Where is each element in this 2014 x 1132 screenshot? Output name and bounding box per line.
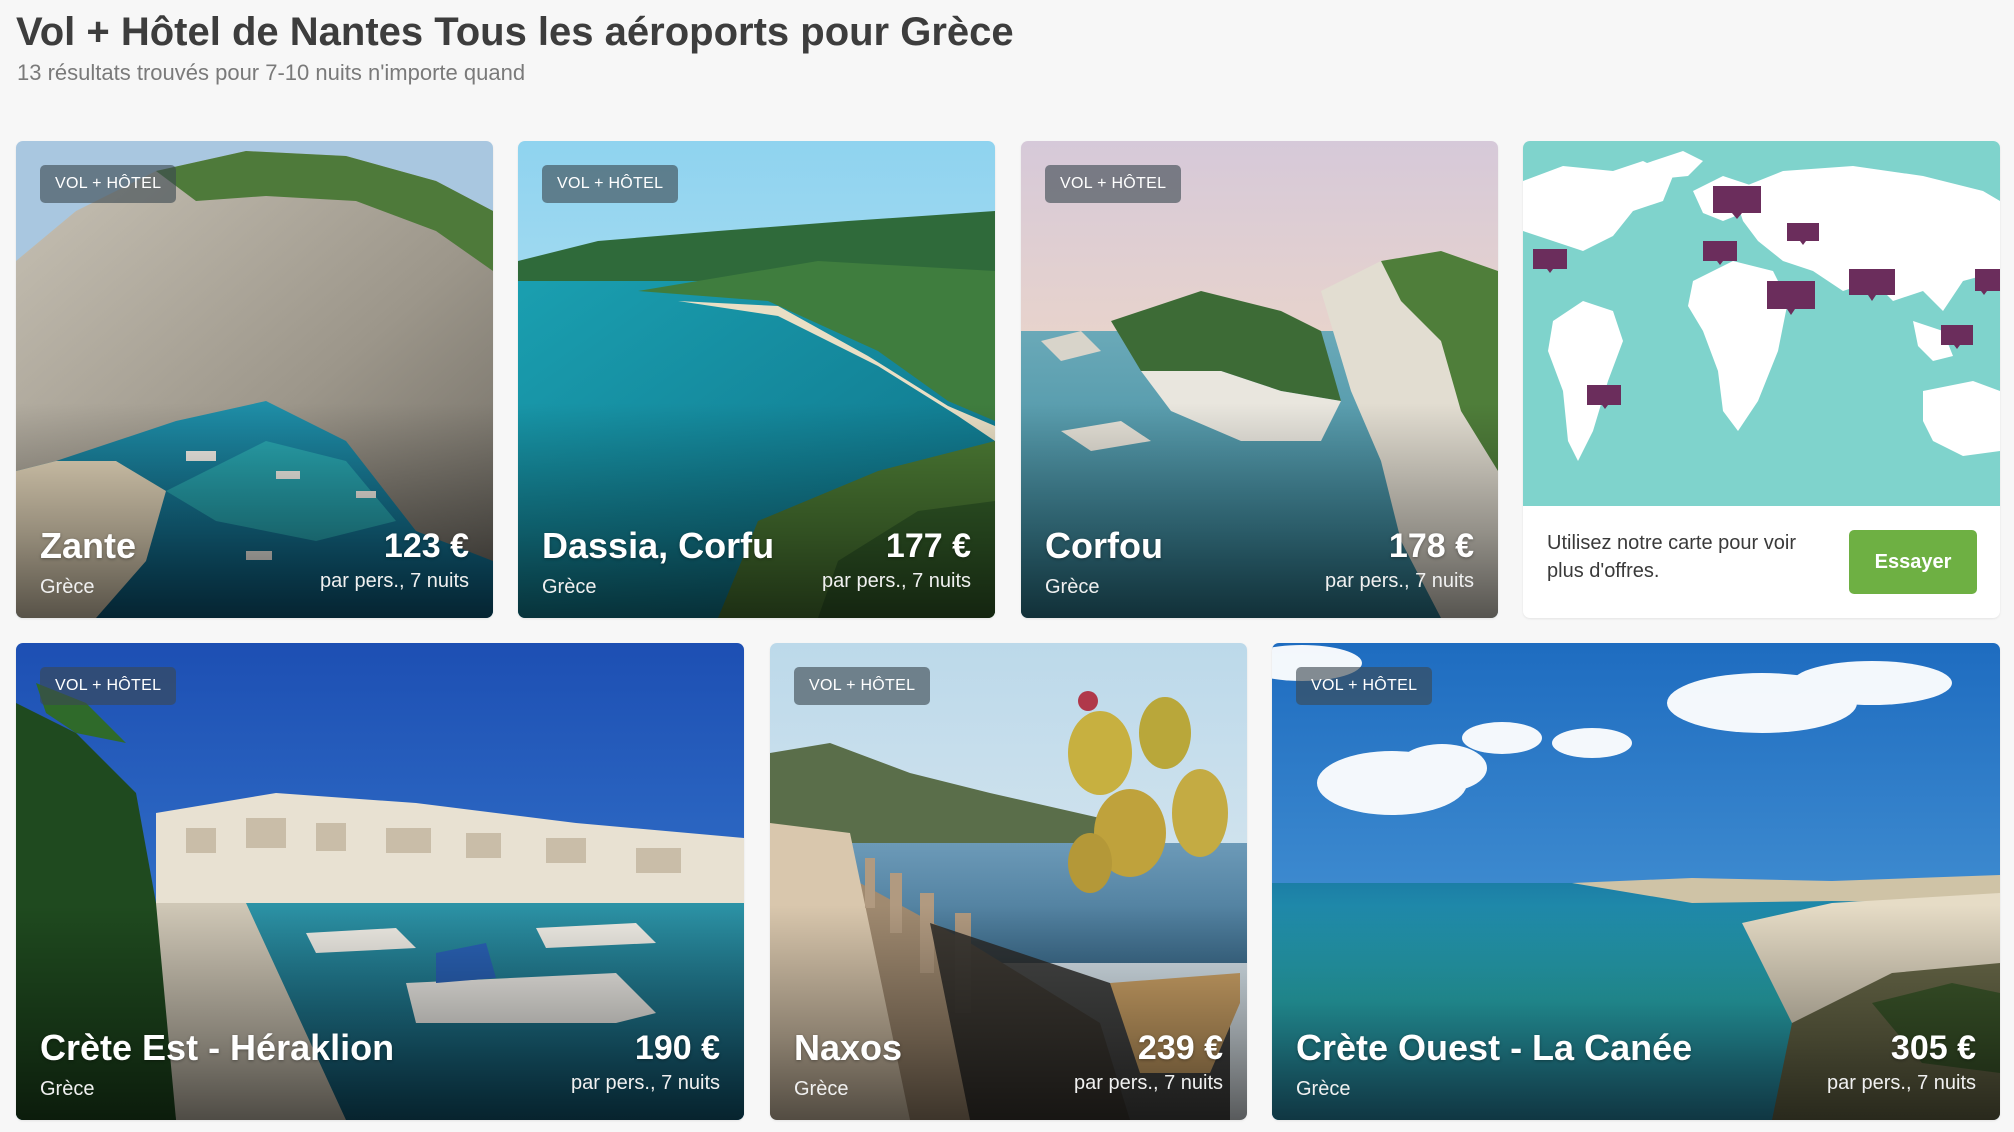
destination-price: 177 € bbox=[885, 527, 971, 565]
price-note: par pers., 7 nuits bbox=[320, 570, 469, 592]
price-note: par pers., 7 nuits bbox=[1827, 1072, 1976, 1094]
offer-type-badge: VOL + HÔTEL bbox=[40, 667, 177, 705]
destination-price: 305 € bbox=[1890, 1029, 1976, 1067]
destination-card-naxos[interactable]: VOL + HÔTEL Naxos Grèce 239 € par pers.,… bbox=[770, 643, 1247, 1120]
page-title: Vol + Hôtel de Nantes Tous les aéroports… bbox=[16, 10, 1014, 54]
destination-card-corfou[interactable]: VOL + HÔTEL Corfou Grèce 178 € par pers.… bbox=[1021, 141, 1498, 618]
destination-country: Grèce bbox=[794, 1078, 849, 1100]
destination-card-crete-ouest-la-canee[interactable]: VOL + HÔTEL Crète Ouest - La Canée Grèce… bbox=[1272, 643, 2000, 1120]
offer-type-badge: VOL + HÔTEL bbox=[40, 165, 177, 203]
destination-price: 239 € bbox=[1137, 1029, 1223, 1067]
offer-type-badge: VOL + HÔTEL bbox=[1045, 165, 1182, 203]
destination-name: Naxos bbox=[794, 1027, 903, 1068]
world-map-image[interactable] bbox=[1523, 141, 2000, 506]
destination-country: Grèce bbox=[542, 576, 597, 598]
map-promo-card: Utilisez notre carte pour voir plus d'of… bbox=[1523, 141, 2000, 618]
results-summary: 13 résultats trouvés pour 7-10 nuits n'i… bbox=[17, 60, 526, 85]
price-note: par pers., 7 nuits bbox=[822, 570, 971, 592]
destination-card-dassia-corfu[interactable]: VOL + HÔTEL Dassia, Corfu Grèce 177 € pa… bbox=[518, 141, 995, 618]
destination-name: Zante bbox=[40, 525, 137, 566]
destination-price: 123 € bbox=[383, 527, 469, 565]
destination-card-crete-est-heraklion[interactable]: VOL + HÔTEL Crète Est - Héraklion Grèce … bbox=[16, 643, 744, 1120]
offer-type-badge: VOL + HÔTEL bbox=[794, 667, 931, 705]
price-note: par pers., 7 nuits bbox=[571, 1072, 720, 1094]
offer-type-badge: VOL + HÔTEL bbox=[542, 165, 679, 203]
destination-price: 190 € bbox=[634, 1029, 720, 1067]
try-map-button[interactable]: Essayer bbox=[1849, 530, 1977, 594]
destination-country: Grèce bbox=[40, 576, 95, 598]
map-promo-text: Utilisez notre carte pour voir plus d'of… bbox=[1547, 532, 1796, 582]
destination-name: Corfou bbox=[1045, 525, 1163, 566]
destination-name: Crète Ouest - La Canée bbox=[1296, 1027, 1693, 1068]
destination-name: Dassia, Corfu bbox=[542, 525, 775, 566]
destination-name: Crète Est - Héraklion bbox=[40, 1027, 395, 1068]
destination-country: Grèce bbox=[40, 1078, 95, 1100]
offer-type-badge: VOL + HÔTEL bbox=[1296, 667, 1433, 705]
price-note: par pers., 7 nuits bbox=[1074, 1072, 1223, 1094]
destination-card-zante[interactable]: VOL + HÔTEL Zante Grèce 123 € par pers.,… bbox=[16, 141, 493, 618]
destination-country: Grèce bbox=[1296, 1078, 1351, 1100]
destination-country: Grèce bbox=[1045, 576, 1100, 598]
destination-price: 178 € bbox=[1388, 527, 1474, 565]
price-note: par pers., 7 nuits bbox=[1325, 570, 1474, 592]
